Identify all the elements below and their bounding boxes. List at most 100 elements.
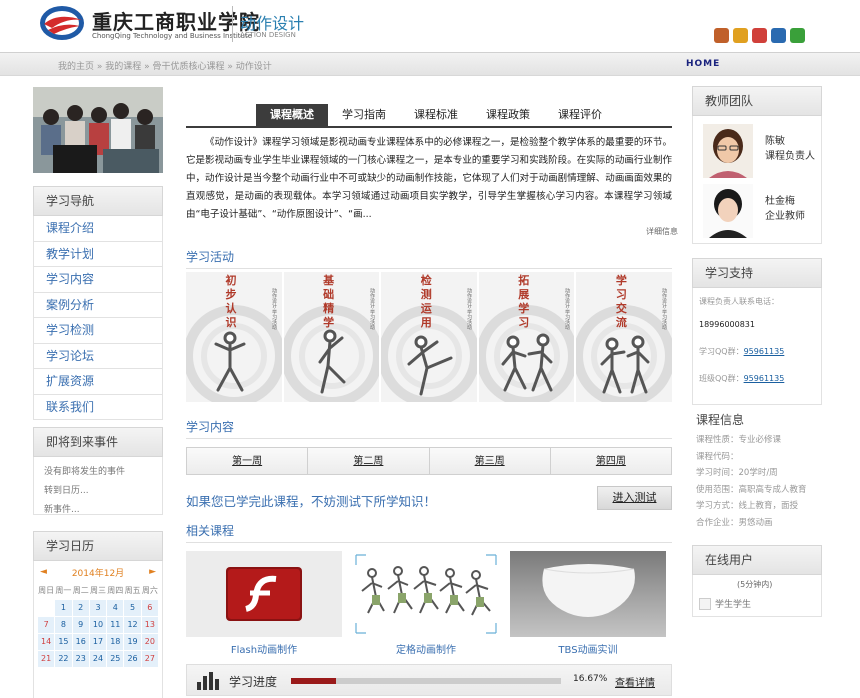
- nav-item-case-study[interactable]: 案例分析: [33, 292, 163, 318]
- nav-item-contact[interactable]: 联系我们: [33, 394, 163, 420]
- calendar-day[interactable]: 4: [107, 600, 124, 616]
- calendar-day[interactable]: 19: [124, 634, 141, 650]
- calendar-day[interactable]: 22: [55, 651, 72, 667]
- avatar[interactable]: [703, 184, 753, 238]
- more-details-link[interactable]: 详细信息: [646, 226, 678, 237]
- calendar-day[interactable]: 23: [72, 651, 89, 667]
- info-line: 学习方式：线上教育，面授: [696, 501, 799, 511]
- nav-item-course-intro[interactable]: 课程介绍: [33, 216, 163, 242]
- upcoming-events: 即将到来事件 没有即将发生的事件 转到日历... 新事件...: [33, 427, 163, 515]
- avatar[interactable]: [703, 124, 753, 178]
- stopmotion-course-image[interactable]: [348, 551, 504, 637]
- calendar-day[interactable]: 2: [72, 600, 89, 616]
- week-2-link[interactable]: 第二周: [308, 448, 430, 474]
- activity-title: 拓展学习: [518, 274, 530, 329]
- nav-item-learning-content[interactable]: 学习内容: [33, 267, 163, 293]
- calendar-day[interactable]: 6: [141, 600, 158, 616]
- calendar-day[interactable]: 25: [107, 651, 124, 667]
- breadcrumb-item[interactable]: 骨干优质核心课程: [153, 62, 225, 72]
- qq-group-link[interactable]: 95961135: [744, 347, 785, 356]
- activity-side-label: 动作设计·学习活动: [661, 287, 667, 331]
- calendar-day[interactable]: 10: [89, 617, 107, 633]
- breadcrumb-item[interactable]: 我的主页: [58, 62, 94, 72]
- progress-details-link[interactable]: 查看详情: [615, 674, 655, 689]
- calendar-day[interactable]: 5: [124, 600, 141, 616]
- home-link[interactable]: HOME: [686, 59, 720, 69]
- calendar-title: 学习日历: [33, 531, 163, 561]
- nav-item-learning-test[interactable]: 学习检测: [33, 318, 163, 344]
- activity-card[interactable]: 动作设计·学习活动 检测运用: [381, 272, 477, 402]
- calendar-day[interactable]: 27: [141, 651, 158, 667]
- tab-overview[interactable]: 课程概述: [256, 104, 328, 126]
- calendar-day[interactable]: 24: [89, 651, 107, 667]
- related-course-title[interactable]: TBS动画实训: [510, 641, 666, 656]
- nav-item-resources[interactable]: 扩展资源: [33, 369, 163, 395]
- course-intro-text: 《动作设计》课程学习领域是影视动画专业课程体系中的必修课程之一，是检验整个教学体…: [186, 137, 672, 220]
- class-qq-label: 班级QQ群：: [699, 374, 744, 383]
- school-name-cn: 重庆工商职业学院: [92, 10, 260, 34]
- breadcrumb-item[interactable]: 我的课程: [105, 62, 141, 72]
- renren-share-icon[interactable]: [771, 28, 786, 43]
- calendar-day[interactable]: 17: [89, 634, 107, 650]
- related-course-card[interactable]: TBS动画实训: [510, 551, 666, 656]
- calendar-day[interactable]: 18: [107, 634, 124, 650]
- star-share-icon[interactable]: [733, 28, 748, 43]
- teacher-name[interactable]: 杜金梅: [765, 194, 805, 209]
- class-qq-link[interactable]: 95961135: [744, 374, 785, 383]
- school-logo-icon[interactable]: [38, 4, 86, 42]
- enter-test-button[interactable]: 进入测试: [597, 486, 672, 510]
- tab-policy[interactable]: 课程政策: [472, 104, 544, 126]
- tab-standard[interactable]: 课程标准: [400, 104, 472, 126]
- activity-card[interactable]: 动作设计·学习活动 基础精学: [283, 272, 380, 402]
- teacher-name[interactable]: 陈敏: [765, 134, 815, 149]
- week-1-link[interactable]: 第一周: [187, 448, 309, 474]
- activity-card[interactable]: 动作设计·学习活动 初步认识: [186, 272, 282, 402]
- calendar-day[interactable]: 8: [55, 617, 72, 633]
- related-course-card[interactable]: 定格动画制作: [348, 551, 504, 656]
- calendar-day[interactable]: 1: [55, 600, 72, 616]
- calendar-day[interactable]: 12: [124, 617, 141, 633]
- wechat-share-icon[interactable]: [790, 28, 805, 43]
- calendar-day[interactable]: 9: [72, 617, 89, 633]
- related-course-card[interactable]: Flash动画制作: [186, 551, 342, 656]
- friends-share-icon[interactable]: [714, 28, 729, 43]
- activity-card[interactable]: 动作设计·学习活动 学习交流: [576, 272, 672, 402]
- bar-chart-icon: [197, 672, 219, 690]
- week-4-link[interactable]: 第四周: [551, 448, 671, 474]
- online-user-name[interactable]: 学生学生: [715, 597, 751, 610]
- teacher-card[interactable]: 杜金梅 企业教师: [703, 184, 821, 238]
- weibo-share-icon[interactable]: [752, 28, 767, 43]
- calendar-month: 2014年12月: [71, 568, 125, 579]
- next-month-icon[interactable]: ►: [149, 567, 156, 577]
- tab-evaluation[interactable]: 课程评价: [544, 104, 616, 126]
- progress-label: 学习进度: [229, 675, 278, 689]
- calendar-day[interactable]: 20: [141, 634, 158, 650]
- goto-calendar-link[interactable]: 转到日历...: [44, 482, 152, 501]
- calendar-day[interactable]: 3: [89, 600, 107, 616]
- teacher-card[interactable]: 陈敏 课程负责人: [703, 124, 821, 178]
- calendar-day[interactable]: 7: [38, 617, 55, 633]
- week-3-link[interactable]: 第三周: [430, 448, 551, 474]
- tab-guide[interactable]: 学习指南: [328, 104, 400, 126]
- calendar-day[interactable]: 13: [141, 617, 158, 633]
- related-course-title[interactable]: Flash动画制作: [186, 641, 342, 656]
- calendar-day[interactable]: 26: [124, 651, 141, 667]
- calendar-day[interactable]: 11: [107, 617, 124, 633]
- online-user[interactable]: 学生学生: [699, 597, 751, 610]
- nav-item-forum[interactable]: 学习论坛: [33, 343, 163, 369]
- calendar-day[interactable]: 14: [38, 634, 55, 650]
- calendar-day[interactable]: 21: [38, 651, 55, 667]
- prev-month-icon[interactable]: ◄: [40, 567, 47, 577]
- related-course-title[interactable]: 定格动画制作: [348, 641, 504, 656]
- activity-card[interactable]: 动作设计·学习活动 拓展学习: [478, 272, 575, 402]
- calendar-day[interactable]: 15: [55, 634, 72, 650]
- new-event-link[interactable]: 新事件...: [44, 501, 152, 520]
- calendar-day[interactable]: 16: [72, 634, 89, 650]
- activity-side-label: 动作设计·学习活动: [564, 287, 570, 331]
- related-courses: Flash动画制作 定格动画制作 TBS动画实训: [186, 551, 672, 656]
- flash-course-image[interactable]: [186, 551, 342, 637]
- content-title: 学习内容: [186, 420, 235, 434]
- nav-item-teaching-plan[interactable]: 教学计划: [33, 241, 163, 267]
- breadcrumb-bar: 我的主页 » 我的课程 » 骨干优质核心课程 » 动作设计 HOME: [0, 52, 860, 76]
- tbs-course-image[interactable]: [510, 551, 666, 637]
